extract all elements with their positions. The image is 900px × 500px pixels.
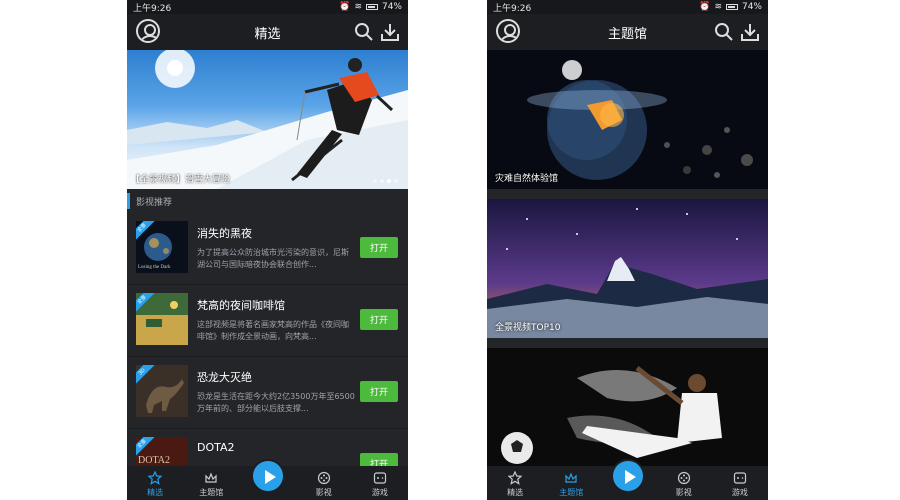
banner-caption: 【全景视频】滑雪大冒险	[131, 175, 231, 185]
nav-theme-hall[interactable]: 主题馆	[543, 466, 599, 500]
banner-dot	[380, 179, 384, 183]
nav-center	[239, 459, 295, 500]
nav-label: 游戏	[731, 488, 748, 497]
wifi-icon: ≋	[354, 2, 362, 12]
bottom-nav: 精选 主题馆 影视 游戏	[127, 459, 408, 500]
battery-level: 74%	[741, 2, 762, 12]
search-icon[interactable]	[714, 22, 734, 42]
nav-label: 主题馆	[199, 488, 224, 497]
star-icon	[508, 471, 523, 485]
theme-card-list: 灾难自然体验馆 全景视频TOP10	[487, 50, 768, 497]
nav-featured[interactable]: 精选	[127, 466, 183, 500]
battery-level: 74%	[381, 2, 402, 12]
nav-label: 影视	[675, 488, 692, 497]
card-caption: 全景视频TOP10	[495, 323, 561, 333]
status-time: 上午9:26	[493, 3, 532, 14]
nav-games[interactable]: 游戏	[352, 466, 408, 500]
mountain-starry-sky-image	[487, 199, 768, 338]
status-time: 上午9:26	[133, 3, 172, 14]
wifi-icon: ≋	[714, 2, 722, 12]
nav-label: 主题馆	[559, 488, 584, 497]
crown-icon	[565, 472, 577, 483]
skier-banner-image	[127, 50, 408, 189]
user-avatar-icon[interactable]	[496, 19, 520, 43]
item-thumbnail: 全景 Losing the Dark	[136, 221, 188, 273]
alarm-icon: ⏰	[339, 2, 351, 12]
gamepad-icon	[373, 472, 387, 484]
battery-icon	[365, 4, 378, 10]
nav-label: 精选	[507, 488, 524, 497]
thumb-text: DOTA2	[138, 455, 170, 466]
title-bar: 精选	[127, 14, 408, 50]
nav-theme-hall[interactable]: 主题馆	[183, 466, 239, 500]
phone-screen-theme-hall: 上午9:26 ⏰ ≋ 74% 主题馆 灾难自然体验馆 全景视频TOP10 精选 …	[487, 0, 768, 500]
banner-pagination	[373, 179, 398, 183]
status-bar: 上午9:26 ⏰ ≋ 74%	[127, 0, 408, 14]
item-title: 恐龙大灭绝	[197, 371, 252, 384]
download-icon[interactable]	[380, 22, 400, 42]
nav-label: 游戏	[371, 488, 388, 497]
phone-screen-featured: 上午9:26 ⏰ ≋ 74% 精选 【全景视频】滑雪大冒险 影视推荐 全景 Lo…	[127, 0, 408, 500]
item-description: 为了提高公众防治城市光污染的意识，尼斯湖公司与国际暗夜协会联合创作...	[197, 248, 349, 269]
planet-impact-image	[487, 50, 768, 189]
list-item[interactable]: 3D 恐龙大灭绝 恐龙是生活在距今大约2亿3500万年至6500万年前的、部分能…	[127, 357, 408, 429]
nav-label: 精选	[147, 488, 164, 497]
section-title: 影视推荐	[127, 193, 408, 209]
item-title: 消失的黑夜	[197, 227, 252, 240]
item-description: 恐龙是生活在距今大约2亿3500万年至6500万年前的、部分能以后肢支撑...	[197, 392, 355, 413]
page-title: 精选	[254, 26, 281, 42]
title-bar: 主题馆	[487, 14, 768, 50]
item-thumbnail: 全景	[136, 293, 188, 345]
star-icon	[148, 471, 163, 485]
film-icon	[677, 471, 690, 485]
search-icon[interactable]	[354, 22, 374, 42]
item-title: 梵高的夜间咖啡馆	[197, 299, 285, 312]
open-button[interactable]: 打开	[360, 237, 398, 258]
banner-dot	[373, 179, 377, 183]
nav-center	[599, 459, 655, 500]
item-title: DOTA2	[197, 441, 235, 454]
download-icon[interactable]	[740, 22, 760, 42]
gamepad-icon	[733, 472, 747, 484]
item-thumbnail: 3D	[136, 365, 188, 417]
film-icon	[317, 471, 330, 485]
battery-icon	[725, 4, 738, 10]
nav-games[interactable]: 游戏	[712, 466, 768, 500]
user-avatar-icon[interactable]	[136, 19, 160, 43]
open-button[interactable]: 打开	[360, 309, 398, 330]
nav-featured[interactable]: 精选	[487, 466, 543, 500]
list-item[interactable]: 全景 梵高的夜间咖啡馆 这部视频是将著名画家梵高的作品《夜间咖啡馆》制作成全景动…	[127, 285, 408, 357]
play-button[interactable]	[250, 459, 285, 493]
list-item[interactable]: 全景 Losing the Dark 消失的黑夜 为了提高公众防治城市光污染的意…	[127, 213, 408, 285]
banner-dot-active	[387, 179, 391, 183]
theme-card[interactable]: 全景视频TOP10	[487, 199, 768, 338]
banner-dot	[394, 179, 398, 183]
recommend-list: 全景 Losing the Dark 消失的黑夜 为了提高公众防治城市光污染的意…	[127, 213, 408, 500]
featured-banner[interactable]: 【全景视频】滑雪大冒险	[127, 50, 408, 189]
crown-icon	[205, 472, 217, 483]
open-button[interactable]: 打开	[360, 381, 398, 402]
nav-video[interactable]: 影视	[296, 466, 352, 500]
card-caption: 灾难自然体验馆	[495, 174, 559, 184]
nav-video[interactable]: 影视	[656, 466, 712, 500]
alarm-icon: ⏰	[699, 2, 711, 12]
nav-label: 影视	[315, 488, 332, 497]
bottom-nav: 精选 主题馆 影视 游戏	[487, 459, 768, 500]
thumb-text: Losing the Dark	[138, 265, 171, 270]
play-button[interactable]	[610, 459, 645, 493]
page-title: 主题馆	[607, 26, 647, 42]
status-bar: 上午9:26 ⏰ ≋ 74%	[487, 0, 768, 14]
item-description: 这部视频是将著名画家梵高的作品《夜间咖啡馆》制作成全景动画，向梵高...	[197, 320, 349, 341]
theme-card[interactable]: 灾难自然体验馆	[487, 50, 768, 189]
